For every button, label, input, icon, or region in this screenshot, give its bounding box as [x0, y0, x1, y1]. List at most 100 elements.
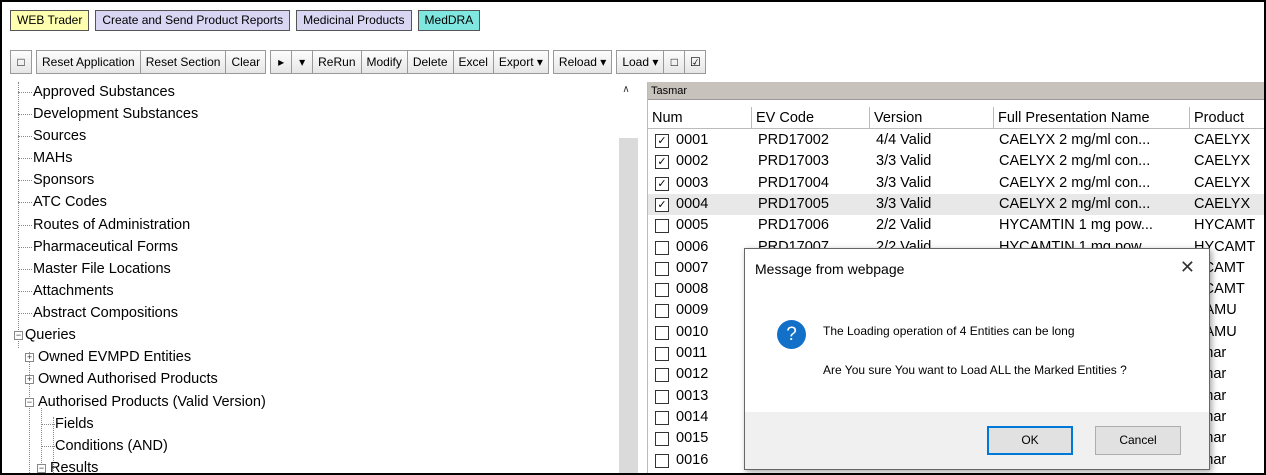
- tree-item-owned-evmpd-entities[interactable]: Owned EVMPD Entities: [38, 346, 191, 368]
- toolbar: □ Reset Application Reset Section Clear …: [10, 50, 707, 74]
- tree-connector: [41, 424, 55, 425]
- dialog-message-line2: Are You sure You want to Load ALL the Ma…: [823, 363, 1127, 377]
- table-row[interactable]: ✓ 0004 PRD17005 3/3 Valid CAELYX 2 mg/ml con…: [648, 193, 1264, 215]
- square-icon[interactable]: □: [10, 50, 32, 74]
- confirm-dialog: Message from webpage ✕ ? The Loading ope…: [744, 248, 1210, 470]
- tab-create-send-reports[interactable]: Create and Send Product Reports: [95, 10, 291, 31]
- dialog-title: Message from webpage: [755, 261, 905, 277]
- tree-item-mahs[interactable]: MAHs: [33, 147, 72, 169]
- navigation-tree: Approved Substances Development Substanc…: [12, 82, 639, 473]
- column-header-ev-code[interactable]: EV Code: [752, 107, 870, 129]
- cell-version: 4/4 Valid: [876, 132, 932, 148]
- column-header-num[interactable]: Num: [648, 107, 752, 129]
- reload-button[interactable]: Reload ▾: [552, 50, 613, 74]
- tree-item-sources[interactable]: Sources: [33, 125, 86, 147]
- cell-version: 3/3 Valid: [876, 153, 932, 170]
- tree-item-development-substances[interactable]: Development Substances: [33, 103, 198, 125]
- collapse-icon[interactable]: −: [37, 464, 46, 473]
- tree-connector: [29, 352, 30, 473]
- row-checkbox[interactable]: [655, 219, 669, 234]
- column-header-product[interactable]: Product: [1190, 107, 1264, 129]
- box-empty-icon[interactable]: □: [663, 50, 686, 74]
- row-checkbox[interactable]: [655, 453, 669, 468]
- ok-button[interactable]: OK: [987, 426, 1073, 455]
- tree-item-fields[interactable]: Fields: [55, 413, 94, 435]
- tree-item-approved-substances[interactable]: Approved Substances: [33, 82, 175, 103]
- reset-section-button[interactable]: Reset Section: [139, 50, 227, 74]
- cell-name: CAELYX 2 mg/ml con...: [999, 132, 1151, 148]
- modify-button[interactable]: Modify: [360, 50, 408, 74]
- dialog-message-line1: The Loading operation of 4 Entities can …: [823, 324, 1075, 338]
- table-row[interactable]: 0005 PRD17006 2/2 Valid HYCAMTIN 1 mg pow..…: [648, 215, 1264, 236]
- delete-button[interactable]: Delete: [406, 50, 454, 74]
- tree-item-owned-authorised-products[interactable]: Owned Authorised Products: [38, 368, 218, 390]
- tab-meddra[interactable]: MedDRA: [417, 10, 481, 31]
- box-checked-icon[interactable]: ☑: [684, 50, 707, 74]
- tree-item-atc-codes[interactable]: ATC Codes: [33, 191, 107, 213]
- tree-connector: [18, 247, 32, 248]
- tree-item-queries[interactable]: Queries: [25, 324, 76, 346]
- expand-icon[interactable]: +: [25, 353, 34, 362]
- tab-medicinal-products[interactable]: Medicinal Products: [296, 10, 412, 31]
- row-checkbox[interactable]: [655, 325, 669, 340]
- cell-version: 2/2 Valid: [876, 217, 932, 234]
- column-header-full-presentation-name[interactable]: Full Presentation Name: [994, 107, 1190, 129]
- row-checkbox[interactable]: [655, 347, 669, 361]
- tree-item-attachments[interactable]: Attachments: [33, 280, 114, 302]
- tree-connector: [18, 158, 32, 159]
- reset-application-button[interactable]: Reset Application: [36, 50, 141, 74]
- row-checkbox[interactable]: [655, 389, 669, 404]
- column-header-version[interactable]: Version: [870, 107, 994, 129]
- row-checkbox[interactable]: [655, 304, 669, 319]
- cell-num: 0016: [676, 451, 709, 468]
- tree-scrollbar-thumb[interactable]: [619, 138, 638, 473]
- cancel-button[interactable]: Cancel: [1095, 426, 1181, 455]
- tree-connector: [18, 225, 32, 226]
- row-checkbox[interactable]: [655, 368, 669, 383]
- row-checkbox[interactable]: [655, 261, 669, 276]
- cell-name: CAELYX 2 mg/ml con...: [999, 174, 1151, 191]
- tree-item-master-file-locations[interactable]: Master File Locations: [33, 258, 171, 280]
- excel-button[interactable]: Excel: [452, 50, 494, 74]
- scroll-up-icon[interactable]: ∧: [619, 84, 633, 98]
- clear-button[interactable]: Clear: [225, 50, 267, 74]
- play-icon[interactable]: ▸: [270, 50, 293, 74]
- cell-num: 0015: [676, 430, 709, 447]
- tree-item-abstract-compositions[interactable]: Abstract Compositions: [33, 302, 178, 324]
- dropdown-icon[interactable]: ▾: [291, 50, 314, 74]
- table-row[interactable]: ✓ 0002 PRD17003 3/3 Valid CAELYX 2 mg/ml con…: [648, 151, 1264, 172]
- table-row[interactable]: ✓ 0001 PRD17002 4/4 Valid CAELYX 2 mg/ml con…: [648, 130, 1264, 151]
- row-checkbox-checked[interactable]: ✓: [655, 134, 669, 148]
- row-checkbox-checked[interactable]: ✓: [655, 176, 669, 191]
- tree-item-routes-of-administration[interactable]: Routes of Administration: [33, 214, 190, 236]
- row-checkbox-checked[interactable]: ✓: [655, 197, 669, 212]
- cell-num: 0012: [676, 366, 709, 383]
- cell-num: 0001: [676, 132, 709, 148]
- tree-item-pharmaceutical-forms[interactable]: Pharmaceutical Forms: [33, 236, 178, 258]
- row-checkbox[interactable]: [655, 240, 669, 255]
- expand-icon[interactable]: +: [25, 375, 34, 384]
- row-checkbox-checked[interactable]: ✓: [655, 155, 669, 170]
- tree-item-authorised-products-valid[interactable]: Authorised Products (Valid Version): [38, 391, 266, 413]
- cell-version: 3/3 Valid: [876, 195, 932, 212]
- rerun-button[interactable]: ReRun: [312, 50, 362, 74]
- collapse-icon[interactable]: −: [25, 398, 34, 407]
- row-checkbox[interactable]: [655, 283, 669, 298]
- table-row[interactable]: ✓ 0003 PRD17004 3/3 Valid CAELYX 2 mg/ml con…: [648, 173, 1264, 194]
- top-tab-bar: WEB Trader Create and Send Product Repor…: [10, 10, 481, 31]
- tree-connector: [41, 446, 55, 447]
- row-checkbox[interactable]: [655, 432, 669, 447]
- close-icon[interactable]: ✕: [1180, 257, 1195, 278]
- tree-item-sponsors[interactable]: Sponsors: [33, 169, 94, 191]
- collapse-icon[interactable]: −: [14, 331, 23, 340]
- row-checkbox[interactable]: [655, 410, 669, 425]
- cell-num: 0007: [676, 259, 709, 276]
- tree-item-conditions[interactable]: Conditions (AND): [55, 435, 168, 457]
- app-window: WEB Trader Create and Send Product Repor…: [0, 0, 1266, 475]
- tab-web-trader[interactable]: WEB Trader: [10, 10, 90, 31]
- tree-item-results[interactable]: Results: [50, 457, 98, 473]
- export-button[interactable]: Export ▾: [492, 50, 549, 74]
- cell-ev: PRD17003: [758, 153, 829, 170]
- load-button[interactable]: Load ▾: [616, 50, 665, 74]
- question-icon: ?: [777, 320, 806, 349]
